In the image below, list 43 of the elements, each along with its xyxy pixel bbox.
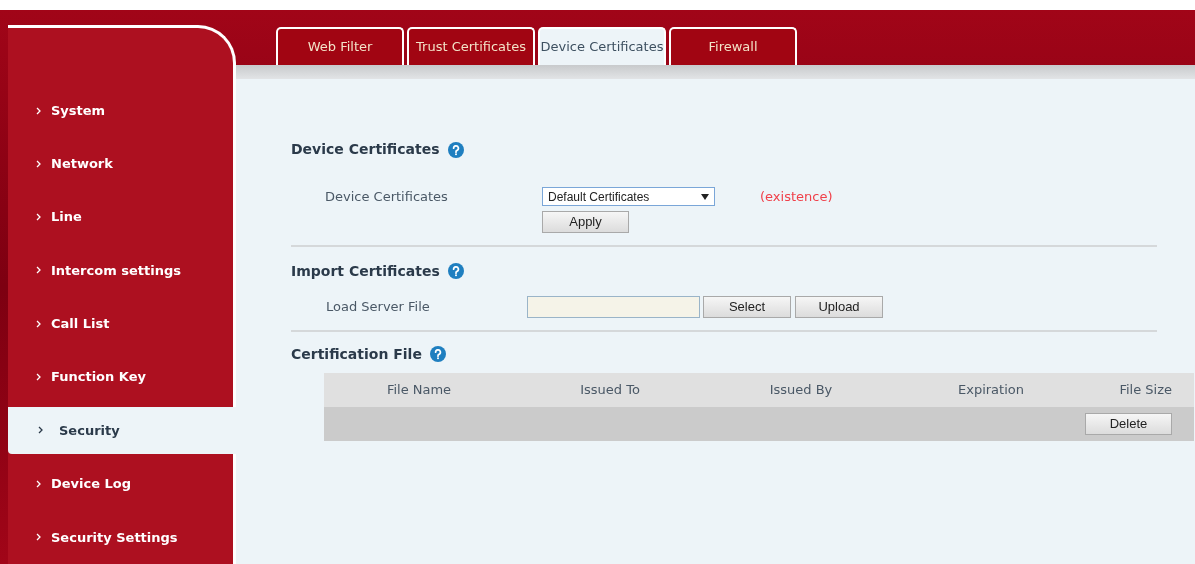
- tab[interactable]: Web Filter: [276, 27, 404, 65]
- delete-button[interactable]: Delete: [1085, 412, 1172, 435]
- chevron-icon: [36, 533, 41, 542]
- chevron-icon: [36, 319, 41, 328]
- sidebar-item[interactable]: Call List: [8, 297, 233, 351]
- sidebar-item[interactable]: Device Log: [8, 457, 233, 511]
- certificate-select[interactable]: Default Certificates: [542, 187, 715, 207]
- column-header: Issued By: [768, 380, 834, 399]
- sidebar-item[interactable]: System: [8, 84, 233, 138]
- apply-button[interactable]: Apply: [542, 210, 629, 233]
- sidebar-item[interactable]: Intercom settings: [8, 243, 233, 297]
- column-header: File Name: [385, 380, 453, 399]
- section-title: Device Certificates: [291, 140, 440, 159]
- tab[interactable]: Firewall: [669, 27, 797, 65]
- sidebar-item[interactable]: Security Settings: [8, 510, 233, 564]
- select-button[interactable]: Select: [703, 295, 791, 318]
- upload-button[interactable]: Upload: [795, 295, 883, 318]
- help-icon[interactable]: [447, 263, 464, 279]
- file-path-field[interactable]: [527, 295, 700, 318]
- column-header: File Size: [1118, 380, 1173, 399]
- dropdown-arrow-icon: [701, 193, 709, 200]
- sidebar-item[interactable]: Line: [8, 190, 233, 244]
- sidebar-item[interactable]: Function Key: [8, 350, 233, 404]
- section-title: Import Certificates: [291, 261, 440, 281]
- tab[interactable]: Trust Certificates: [407, 27, 535, 65]
- status-text: (existence): [760, 188, 833, 206]
- help-icon[interactable]: [447, 141, 464, 158]
- chevron-icon: [36, 266, 41, 275]
- chevron-icon: [36, 106, 41, 115]
- chevron-icon: [36, 213, 41, 222]
- field-label: Load Server File: [326, 297, 431, 316]
- chevron-icon: [36, 480, 41, 489]
- tab[interactable]: Device Certificates: [538, 27, 666, 65]
- sidebar-item[interactable]: Security: [8, 406, 236, 455]
- column-header: Expiration: [957, 380, 1025, 399]
- chevron-icon: [36, 372, 41, 381]
- chevron-icon: [36, 159, 41, 168]
- column-header: Issued To: [579, 380, 641, 399]
- sidebar-item[interactable]: Network: [8, 137, 233, 191]
- chevron-icon: [38, 426, 43, 435]
- help-icon[interactable]: [429, 346, 446, 362]
- section-title: Certification File: [291, 344, 422, 364]
- field-label: Device Certificates: [325, 188, 449, 206]
